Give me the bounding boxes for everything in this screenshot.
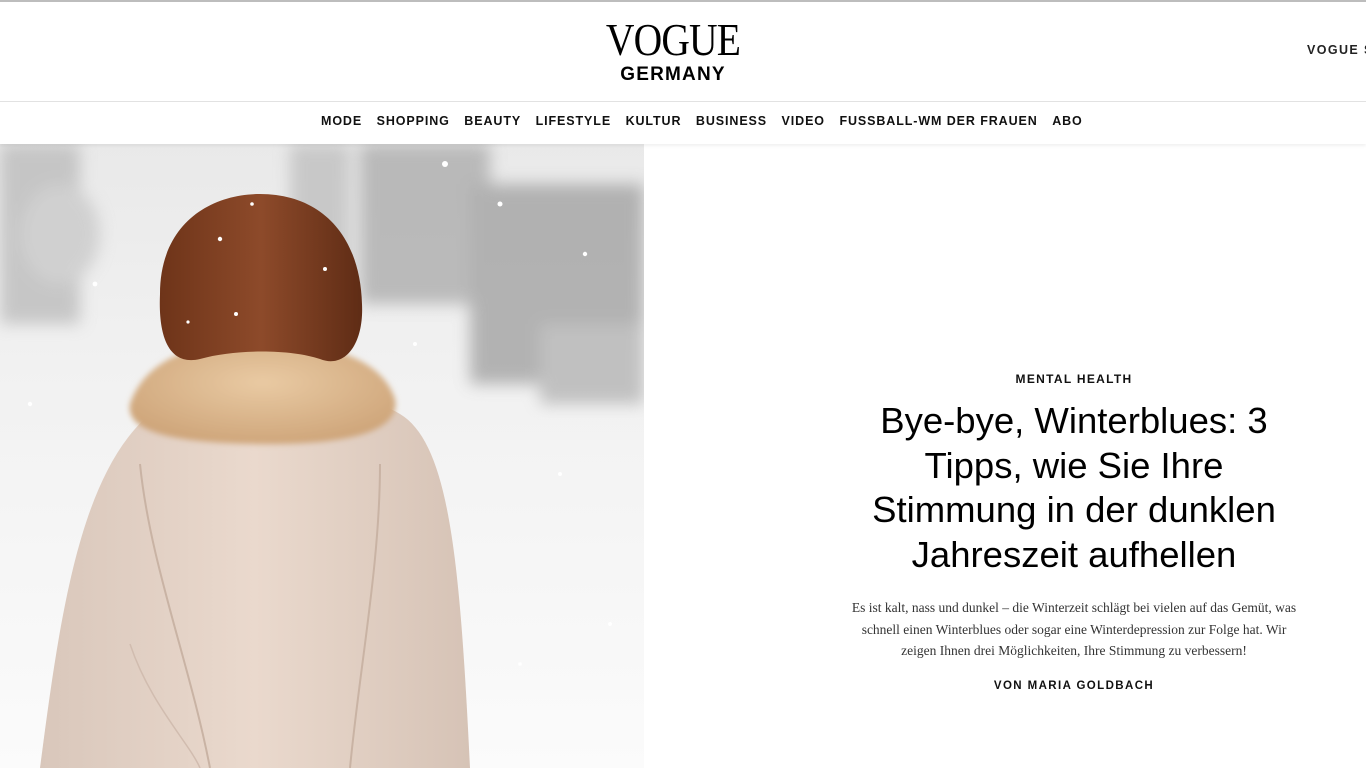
nav-item: KULTUR: [626, 114, 696, 128]
nav-link-abo[interactable]: ABO: [1052, 114, 1082, 128]
article-rubric[interactable]: MENTAL HEALTH: [1016, 372, 1133, 386]
nav-link-kultur[interactable]: KULTUR: [626, 114, 682, 128]
featured-article: MENTAL HEALTH Bye-bye, Winterblues: 3 Ti…: [840, 370, 1308, 692]
nav-link-lifestyle[interactable]: LIFESTYLE: [536, 114, 611, 128]
nav-link-beauty[interactable]: BEAUTY: [464, 114, 521, 128]
article-headline: Bye-bye, Winterblues: 3 Tipps, wie Sie I…: [854, 399, 1294, 577]
edition-switch-link[interactable]: VOGUE S: [1307, 43, 1366, 57]
logo-wordmark: VOGUE: [605, 14, 741, 65]
masthead: VOGUE GERMANY VOGUE S: [0, 2, 1366, 102]
hero-image-link[interactable]: [0, 144, 644, 768]
nav-item: VIDEO: [782, 114, 840, 128]
article-headline-link[interactable]: Bye-bye, Winterblues: 3 Tipps, wie Sie I…: [872, 400, 1276, 575]
nav-item: LIFESTYLE: [536, 114, 626, 128]
main-navigation: MODE SHOPPING BEAUTY LIFESTYLE KULTUR BU…: [0, 102, 1366, 144]
nav-item: FUSSBALL-WM DER FRAUEN: [839, 114, 1052, 128]
nav-item: BUSINESS: [696, 114, 782, 128]
logo-edition: GERMANY: [620, 64, 726, 85]
nav-link-shopping[interactable]: SHOPPING: [377, 114, 450, 128]
nav-item: MODE: [321, 114, 377, 128]
nav-item: ABO: [1052, 114, 1097, 128]
nav-link-mode[interactable]: MODE: [321, 114, 362, 128]
article-byline: VON MARIA GOLDBACH: [993, 679, 1155, 692]
hero-photo: [0, 144, 644, 768]
nav-item: SHOPPING: [377, 114, 465, 128]
nav-list: MODE SHOPPING BEAUTY LIFESTYLE KULTUR BU…: [321, 114, 1097, 128]
vogue-logo[interactable]: VOGUE GERMANY: [583, 14, 763, 88]
nav-link-video[interactable]: VIDEO: [782, 114, 825, 128]
nav-item: BEAUTY: [464, 114, 535, 128]
article-dek: Es ist kalt, nass und dunkel – die Winte…: [851, 600, 1297, 658]
nav-link-fussball-wm[interactable]: FUSSBALL-WM DER FRAUEN: [839, 114, 1037, 128]
nav-link-business[interactable]: BUSINESS: [696, 114, 767, 128]
